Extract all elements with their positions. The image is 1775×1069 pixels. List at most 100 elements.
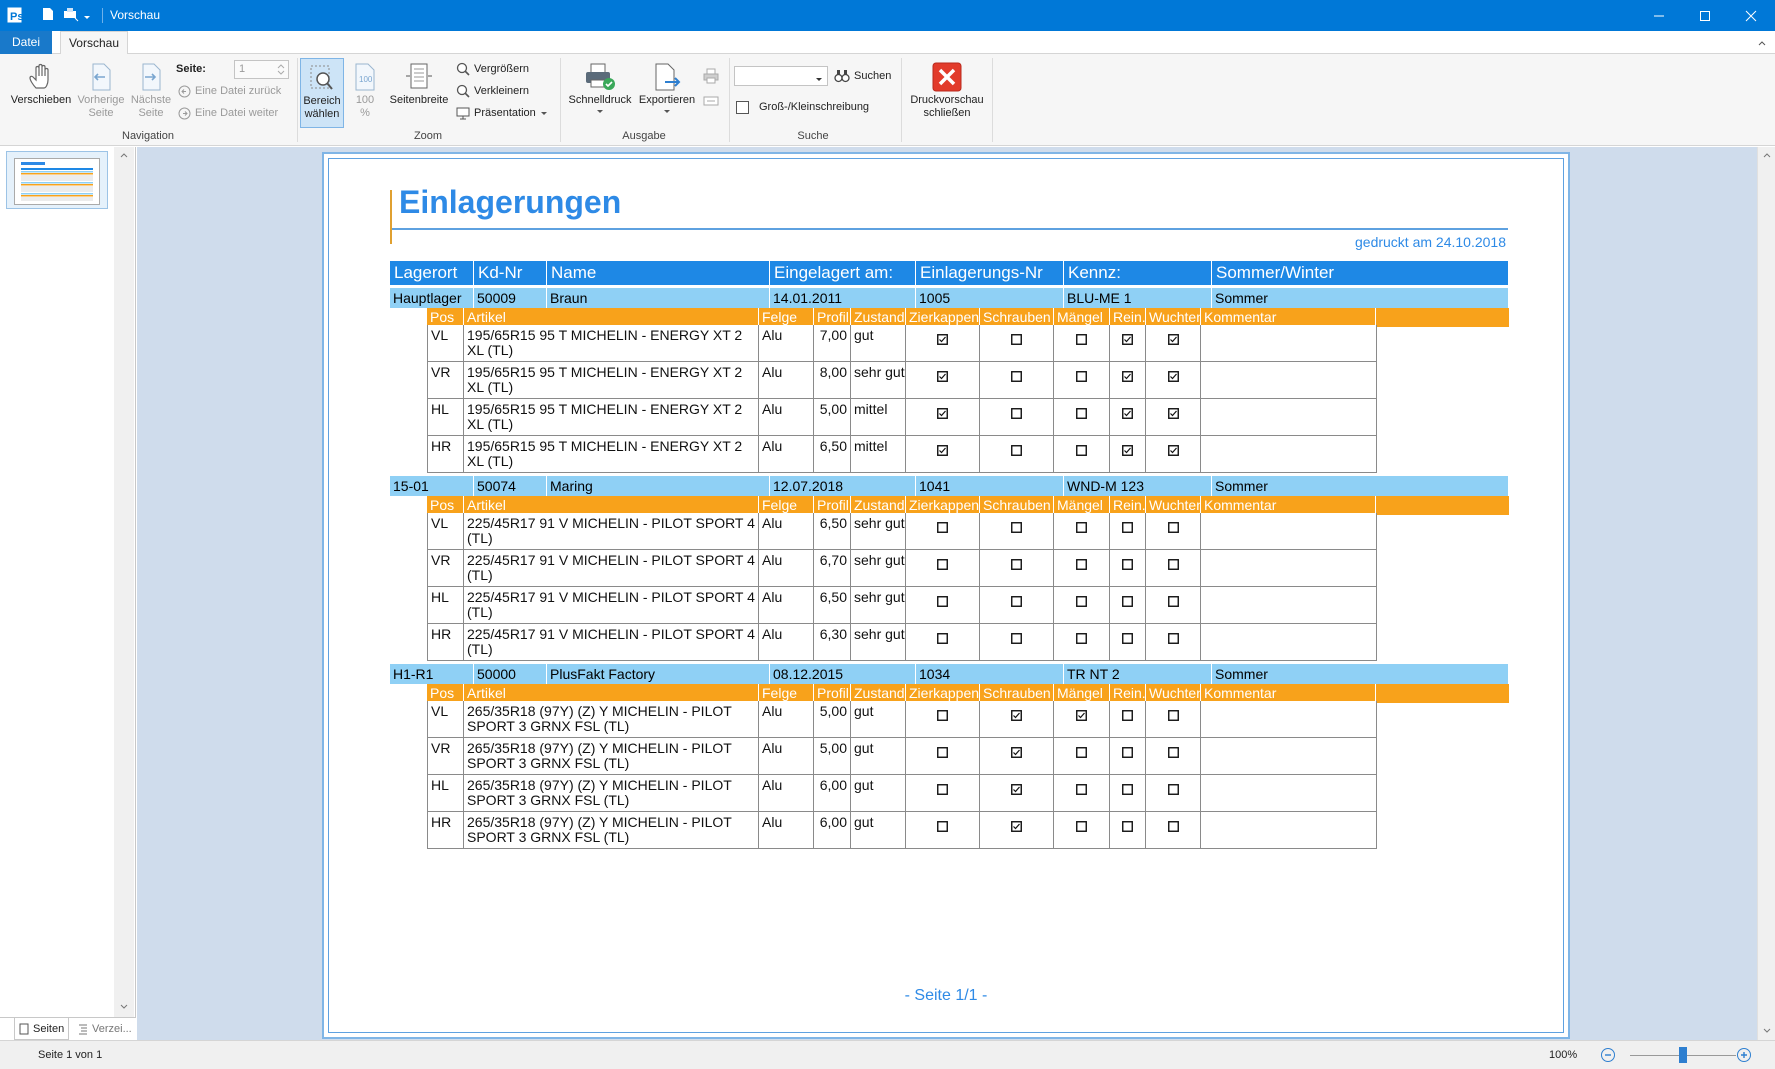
item-pos: VL [427, 701, 464, 737]
tab-vorschau[interactable]: Vorschau [60, 31, 128, 55]
save-icon[interactable] [40, 6, 58, 24]
table-row: VL 225/45R17 91 V MICHELIN - PILOT SPORT … [427, 513, 1377, 550]
page-label-text: Seite: [176, 63, 206, 75]
item-check-cell [980, 738, 1054, 774]
item-check-cell [906, 775, 980, 811]
group-cell-lagerort: H1-R1 [390, 664, 474, 684]
previous-page-icon [92, 63, 111, 91]
ribbon-separator [992, 58, 993, 142]
item-check-cell [1146, 812, 1201, 848]
page-number-input[interactable]: 1 [234, 60, 289, 79]
item-check-cell [1054, 513, 1110, 549]
move-button[interactable]: Verschieben [6, 62, 76, 107]
search-combo[interactable] [734, 66, 828, 86]
print-button[interactable] [700, 68, 722, 86]
quick-print-icon[interactable] [62, 6, 80, 24]
zoom-plus-icon[interactable] [1736, 1047, 1752, 1063]
page-width-icon [406, 63, 432, 89]
scroll-down-icon[interactable] [1763, 1027, 1771, 1035]
title-accent-bar [390, 190, 392, 244]
scroll-down-icon[interactable] [120, 1003, 128, 1011]
unchecked-box-icon [937, 559, 948, 570]
scroll-up-icon[interactable] [120, 151, 128, 159]
checked-box-icon [1076, 710, 1087, 721]
next-page-label-1: Nächste [130, 94, 172, 106]
page-thumbnail-preview [14, 158, 100, 205]
presentation-button[interactable]: Präsentation [456, 104, 548, 122]
collapse-ribbon-icon[interactable] [1757, 37, 1767, 51]
tab-index[interactable]: Verzei... [74, 1018, 136, 1040]
item-profil: 8,00 [814, 362, 851, 398]
item-check-cell [1110, 775, 1146, 811]
item-artikel: 195/65R15 95 T MICHELIN - ENERGY XT 2 XL… [464, 325, 759, 361]
unchecked-box-icon [1122, 596, 1133, 607]
next-file-button[interactable]: Eine Datei weiter [178, 104, 278, 122]
group-cell-lagerort: Hauptlager [390, 288, 474, 308]
item-artikel: 265/35R18 (97Y) (Z) Y MICHELIN - PILOT S… [464, 738, 759, 774]
select-area-button[interactable]: Bereich wählen [300, 58, 344, 128]
item-zustand: gut [851, 701, 906, 737]
binoculars-icon [834, 70, 850, 83]
print-setup-button[interactable] [700, 94, 722, 110]
search-button[interactable]: Suchen [834, 67, 891, 85]
unchecked-box-icon [937, 633, 948, 644]
export-button[interactable]: Exportieren [636, 62, 698, 117]
tab-index-label: Verzei... [92, 1023, 132, 1035]
maximize-button[interactable] [1682, 0, 1728, 31]
item-check-cell [1146, 513, 1201, 549]
export-icon [655, 63, 681, 91]
pages-panel-scrollbar[interactable] [114, 147, 134, 1017]
ribbon-separator [901, 58, 902, 142]
close-preview-button[interactable]: Druckvorschau schließen [904, 62, 990, 120]
group-navigation: Navigation [122, 130, 174, 142]
move-label: Verschieben [10, 94, 72, 106]
page-thumbnail[interactable] [6, 151, 108, 209]
item-zustand: gut [851, 738, 906, 774]
table-row: VL 265/35R18 (97Y) (Z) Y MICHELIN - PILOT… [427, 701, 1377, 738]
checked-box-icon [937, 371, 948, 382]
table-row: HR 265/35R18 (97Y) (Z) Y MICHELIN - PILOT… [427, 812, 1377, 849]
report-title: Einlagerungen [399, 184, 622, 220]
quick-print-button[interactable]: Schnelldruck [564, 62, 636, 117]
item-profil: 7,00 [814, 325, 851, 361]
item-artikel: 225/45R17 91 V MICHELIN - PILOT SPORT 4 … [464, 624, 759, 660]
quick-access-dropdown-icon[interactable] [83, 10, 93, 28]
preview-area[interactable]: Einlagerungen gedruckt am 24.10.2018 Lag… [137, 147, 1757, 1040]
item-profil: 5,00 [814, 701, 851, 737]
next-page-button[interactable]: Nächste Seite [128, 62, 174, 120]
export-dropdown-icon [664, 110, 670, 113]
zoom-100-button[interactable]: 100 100 % [348, 62, 382, 120]
zoom-out-button[interactable]: Verkleinern [456, 82, 529, 100]
item-check-cell [1054, 436, 1110, 472]
zoom-minus-icon[interactable] [1600, 1047, 1616, 1063]
close-window-button[interactable] [1728, 0, 1774, 31]
status-bar: Seite 1 von 1 100% [0, 1040, 1775, 1069]
preview-scrollbar[interactable] [1757, 147, 1775, 1040]
item-check-cell [1054, 624, 1110, 660]
search-combo-dropdown-icon[interactable] [815, 72, 823, 86]
previous-file-button[interactable]: Eine Datei zurück [178, 82, 281, 100]
item-felge: Alu [759, 587, 814, 623]
item-kommentar [1201, 812, 1377, 848]
item-check-cell [1054, 738, 1110, 774]
minimize-button[interactable] [1636, 0, 1682, 31]
scroll-up-icon[interactable] [1763, 151, 1771, 159]
tab-datei[interactable]: Datei [0, 31, 52, 54]
case-sensitive-box[interactable] [736, 100, 749, 114]
page-number-spinner-icon[interactable] [277, 61, 285, 83]
item-kommentar [1201, 436, 1377, 472]
previous-page-button[interactable]: Vorherige Seite [74, 62, 128, 120]
zoom-in-button[interactable]: Vergrößern [456, 60, 529, 78]
item-check-cell [906, 701, 980, 737]
case-sensitive-checkbox[interactable]: Groß-/Kleinschreibung [736, 98, 869, 116]
zoom-slider-thumb[interactable] [1679, 1047, 1687, 1063]
item-check-cell [906, 738, 980, 774]
group-cell-nr: 1041 [916, 476, 1064, 496]
tab-pages[interactable]: Seiten [14, 1018, 70, 1040]
item-check-cell [980, 550, 1054, 586]
unchecked-box-icon [1011, 408, 1022, 419]
table-row: HR 225/45R17 91 V MICHELIN - PILOT SPORT … [427, 624, 1377, 661]
page-width-button[interactable]: Seitenbreite [386, 62, 452, 107]
unchecked-box-icon [1167, 522, 1179, 533]
group-row: Hauptlager 50009 Braun 14.01.2011 1005 BLU-ME… [390, 288, 1509, 308]
